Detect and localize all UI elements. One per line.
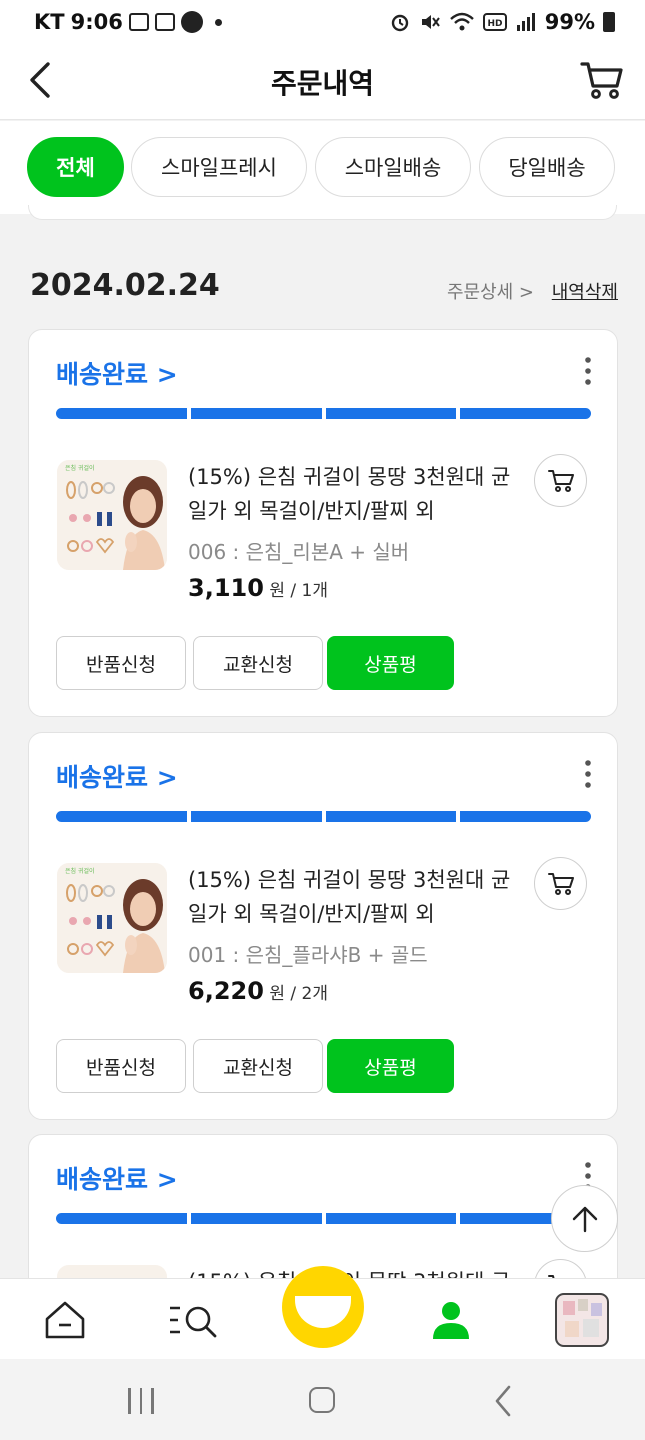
exchange-request-button[interactable]: 교환신청 [193,1039,323,1093]
hd-icon: HD [482,13,507,31]
mute-icon [421,15,440,29]
smile-tab-button[interactable] [282,1266,364,1348]
recent-product-thumbnail [555,1292,609,1347]
wifi-icon [449,12,474,31]
delivery-progress-bar [56,408,591,419]
price-line: 3,110 원 / 1개 [188,574,328,602]
svg-text:HD: HD [487,19,502,29]
product-option: 001 : 은침_플라샤B + 골드 [188,943,428,967]
add-to-cart-button[interactable] [534,454,587,507]
order-date: 2024.02.24 [30,268,220,303]
more-vertical-icon [585,357,591,385]
clock: 9:06 [70,10,123,34]
more-options-button[interactable] [581,356,595,386]
earring-product-image: 은침 귀걸이 [57,460,167,570]
back-arrow-icon [495,1385,511,1417]
battery-percent: 99% [544,10,595,34]
order-card: 배송완료 > 은침 귀걸이 (15%) 은침 귀걸이 몽땅 3천원대 균일가 외… [28,732,618,1120]
product-thumbnail[interactable]: 은침 귀걸이 [57,460,167,570]
home-button[interactable] [309,1387,335,1413]
alarm-icon [391,14,408,32]
gallery-notification-icon [128,13,149,31]
earring-product-image: 은침 귀걸이 [57,863,167,973]
delivery-progress-bar [56,811,591,822]
system-nav-bar [0,1359,645,1440]
cart-button[interactable] [579,58,625,104]
svg-text:은침 귀걸이: 은침 귀걸이 [65,867,95,875]
price-line: 6,220 원 / 2개 [188,977,328,1005]
price-unit-quantity: 원 / 2개 [269,984,328,1004]
filter-chip-all[interactable]: 전체 [27,137,124,197]
filter-chip-smile-delivery[interactable]: 스마일배송 [315,137,471,197]
scroll-to-top-button[interactable] [551,1185,618,1252]
menu-search-icon [170,1306,217,1337]
kt-notification-icon [154,13,175,31]
product-option: 006 : 은침_리본A + 실버 [188,540,410,564]
order-group-header: 2024.02.24 주문상세 > 내역삭제 [30,268,618,312]
product-price: 6,220 [188,977,264,1005]
cart-icon [547,872,574,895]
delivery-status-link[interactable]: 배송완료 > [56,355,178,391]
product-price: 3,110 [188,574,264,602]
carrier-label: KT [34,10,65,34]
filter-chip-smile-fresh[interactable]: 스마일프레시 [131,137,307,197]
status-bar: KT 9:06 HD 99% [0,0,645,46]
delivery-status-link[interactable]: 배송완료 > [56,758,178,794]
arrow-up-icon [572,1206,597,1232]
price-unit-quantity: 원 / 1개 [269,581,328,601]
page-title: 주문내역 [270,67,375,100]
lock-notification-icon [180,11,203,33]
recent-apps-button[interactable] [128,1388,156,1414]
product-name[interactable]: (15%) 은침 귀걸이 몽땅 3천원대 균일가 외 목걸이/반지/팔찌 외 [188,460,523,528]
filter-chip-same-day[interactable]: 당일배송 [479,137,615,197]
order-detail-link[interactable]: 주문상세 > [447,278,534,304]
write-review-button[interactable]: 상품평 [327,636,454,690]
product-thumbnail[interactable]: 은침 귀걸이 [57,863,167,973]
cart-icon [580,62,623,99]
previous-card-edge [28,205,617,220]
battery-icon [603,12,615,32]
app-header: 주문내역 [0,46,645,120]
tab-recent[interactable] [539,1279,625,1360]
delivery-progress-bar [56,1213,591,1224]
delete-history-link[interactable]: 내역삭제 [552,278,618,304]
tab-home[interactable] [22,1279,108,1360]
tab-my[interactable] [408,1279,494,1360]
signal-icon [516,13,535,31]
write-review-button[interactable]: 상품평 [327,1039,454,1093]
exchange-request-button[interactable]: 교환신청 [193,636,323,690]
person-icon [433,1301,469,1339]
smile-icon [295,1296,351,1328]
system-back-button[interactable] [492,1384,514,1418]
home-icon [45,1301,85,1338]
delivery-status-link[interactable]: 배송완료 > [56,1160,178,1196]
more-options-button[interactable] [581,759,595,789]
product-name[interactable]: (15%) 은침 귀걸이 몽땅 3천원대 균일가 외 목걸이/반지/팔찌 외 [188,863,523,931]
more-notifications-icon [214,18,222,26]
order-card: 배송완료 > 은침 귀걸이 (15%) 은침 귀걸이 몽땅 3천원대 균일가 외… [28,329,618,717]
more-vertical-icon [585,760,591,788]
add-to-cart-button[interactable] [534,857,587,910]
cart-icon [547,469,574,492]
filter-bar: 전체 스마일프레시 스마일배송 당일배송 [0,121,645,214]
return-request-button[interactable]: 반품신청 [56,1039,186,1093]
return-request-button[interactable]: 반품신청 [56,636,186,690]
svg-text:은침 귀걸이: 은침 귀걸이 [65,464,95,472]
tab-menu-search[interactable] [150,1279,236,1360]
